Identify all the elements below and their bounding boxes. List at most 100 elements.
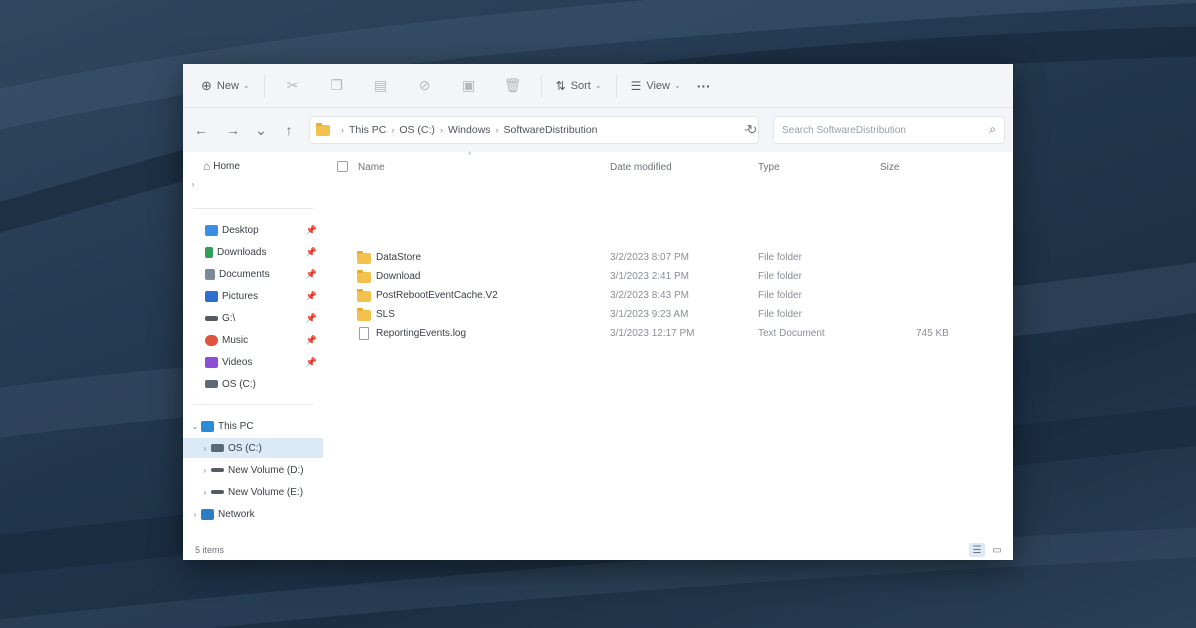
file-row-datastore[interactable]: DataStore 3/2/2023 8:07 PM File folder <box>323 249 1003 268</box>
sidebar-item-desktop[interactable]: Desktop 📌 <box>183 220 323 240</box>
forward-button[interactable]: → <box>219 116 247 144</box>
file-row-sls[interactable]: SLS 3/1/2023 9:23 AM File folder <box>323 306 1003 325</box>
chevron-right-icon[interactable]: › <box>199 466 211 475</box>
plus-circle-icon: ⊕ <box>201 77 212 93</box>
folder-icon <box>357 251 371 264</box>
file-type: Text Document <box>758 328 825 339</box>
address-bar[interactable]: › This PC › OS (C:) › Windows › Software… <box>309 116 759 144</box>
drive-icon <box>205 315 218 321</box>
pin-icon[interactable]: 📌 <box>306 357 317 368</box>
file-type: File folder <box>758 252 802 263</box>
sidebar-item-g-drive[interactable]: G:\ 📌 <box>183 308 323 328</box>
view-icon: ☰ <box>630 78 642 93</box>
up-button[interactable]: ↑ <box>275 116 303 144</box>
sidebar-item-downloads[interactable]: Downloads 📌 <box>183 242 323 262</box>
chevron-right-icon[interactable]: › <box>187 180 199 189</box>
sort-button-label: Sort <box>570 79 591 92</box>
folder-icon <box>357 289 371 302</box>
sidebar-item-documents[interactable]: Documents 📌 <box>183 264 323 284</box>
sidebar-item-network[interactable]: › Network <box>183 504 323 524</box>
column-header-date[interactable]: Date modified <box>610 162 672 173</box>
drive-icon <box>211 468 224 472</box>
breadcrumb-windows[interactable]: Windows <box>448 124 491 136</box>
pin-icon[interactable]: 📌 <box>306 335 317 346</box>
refresh-button[interactable]: ↻ <box>739 116 765 144</box>
sidebar-item-label: G:\ <box>222 312 236 324</box>
rename-icon[interactable]: ⊘ <box>403 71 447 101</box>
new-button[interactable]: ⊕ New ⌄ <box>193 71 258 101</box>
chevron-down-icon[interactable]: ⌄ <box>189 422 201 431</box>
more-icon: ··· <box>696 77 711 94</box>
sidebar-item-this-pc[interactable]: ⌄ This PC <box>183 416 323 436</box>
navigation-pane: ⌂ Home › Desktop 📌 Downloads 📌 Documents… <box>183 152 323 542</box>
paste-icon[interactable]: ▤ <box>359 71 403 101</box>
details-view-icon: ☰ <box>972 544 982 556</box>
pin-icon[interactable]: 📌 <box>306 313 317 324</box>
sort-button[interactable]: ⇅ Sort ⌄ <box>548 71 610 101</box>
pin-icon[interactable]: 📌 <box>306 291 317 302</box>
new-button-label: New <box>216 79 239 92</box>
sidebar-item-label: Videos <box>222 356 253 368</box>
file-name: ReportingEvents.log <box>376 328 467 339</box>
file-row-download[interactable]: Download 3/1/2023 2:41 PM File folder <box>323 268 1003 287</box>
view-button[interactable]: ☰ View ⌄ <box>623 71 689 101</box>
file-date: 3/2/2023 8:07 PM <box>610 252 689 263</box>
sidebar-item-label: OS (C:) <box>222 378 256 390</box>
more-options-button[interactable]: ··· <box>689 71 719 101</box>
sort-icon: ⇅ <box>555 78 566 93</box>
pin-icon[interactable]: 📌 <box>306 225 317 236</box>
breadcrumb-this-pc[interactable]: This PC <box>349 124 386 136</box>
chevron-right-icon[interactable]: › <box>199 444 211 453</box>
pin-icon[interactable]: 📌 <box>306 269 317 280</box>
column-header-type[interactable]: Type <box>758 162 780 173</box>
chevron-right-icon: › <box>391 125 395 135</box>
chevron-down-icon: ⌄ <box>242 81 250 90</box>
file-type: File folder <box>758 271 802 282</box>
drive-icon <box>211 444 224 452</box>
sidebar-item-new-volume-d[interactable]: › New Volume (D:) <box>183 460 323 480</box>
toolbar-divider <box>263 74 265 97</box>
chevron-right-icon[interactable]: › <box>189 510 201 519</box>
sidebar-item-label: Music <box>222 334 249 346</box>
sidebar-item-videos[interactable]: Videos 📌 <box>183 352 323 372</box>
copy-icon[interactable]: ❐ <box>315 71 359 101</box>
chevron-right-icon: › <box>495 125 499 135</box>
sidebar-item-new-volume-e[interactable]: › New Volume (E:) <box>183 482 323 502</box>
pin-icon[interactable]: 📌 <box>306 247 317 258</box>
sort-ascending-icon: ^ <box>468 152 472 159</box>
sidebar-item-music[interactable]: Music 📌 <box>183 330 323 350</box>
sidebar-item-label: Pictures <box>222 290 259 302</box>
file-name: DataStore <box>376 252 422 263</box>
search-input[interactable]: Search SoftwareDistribution ⌕ <box>773 116 1005 144</box>
sidebar-item-label: Documents <box>219 268 270 280</box>
file-type: File folder <box>758 290 802 301</box>
back-button[interactable]: ← <box>187 116 215 144</box>
sidebar-item-home[interactable]: ⌂ Home <box>183 156 323 176</box>
details-view-button[interactable]: ☰ <box>969 543 985 557</box>
search-placeholder: Search SoftwareDistribution <box>782 124 906 136</box>
cut-icon[interactable]: ✂ <box>271 71 315 101</box>
recent-locations-button[interactable]: ⌄ <box>247 116 275 144</box>
chevron-right-icon: › <box>341 125 344 135</box>
delete-icon[interactable]: 🗑 <box>491 71 535 101</box>
select-all-checkbox[interactable] <box>337 161 348 172</box>
breadcrumb-os-c[interactable]: OS (C:) <box>399 124 435 136</box>
chevron-right-icon[interactable]: › <box>199 488 211 497</box>
sidebar-item-os-c[interactable]: › OS (C:) <box>183 438 323 458</box>
share-icon[interactable]: ▣ <box>447 71 491 101</box>
column-header-size[interactable]: Size <box>880 162 899 173</box>
sidebar-item-os-c-quick[interactable]: OS (C:) <box>183 374 323 394</box>
sidebar-item-label: New Volume (E:) <box>228 486 304 498</box>
column-header-name[interactable]: Name <box>358 162 385 173</box>
breadcrumb-softwaredistribution[interactable]: SoftwareDistribution <box>504 124 598 136</box>
folder-icon <box>357 308 371 321</box>
sidebar-item-pictures[interactable]: Pictures 📌 <box>183 286 323 306</box>
file-list: ^ Name Date modified Type Size DataStore… <box>323 152 1013 542</box>
file-row-reportingevents-log[interactable]: ReportingEvents.log 3/1/2023 12:17 PM Te… <box>323 325 1003 344</box>
chevron-right-icon: › <box>439 125 443 135</box>
file-row-postrebooteventcache[interactable]: PostRebootEventCache.V2 3/2/2023 8:43 PM… <box>323 287 1003 306</box>
tiles-view-icon: ▭ <box>992 544 1002 556</box>
up-arrow-icon: ↑ <box>285 122 293 138</box>
folder-icon <box>357 270 371 283</box>
tiles-view-button[interactable]: ▭ <box>989 543 1005 557</box>
